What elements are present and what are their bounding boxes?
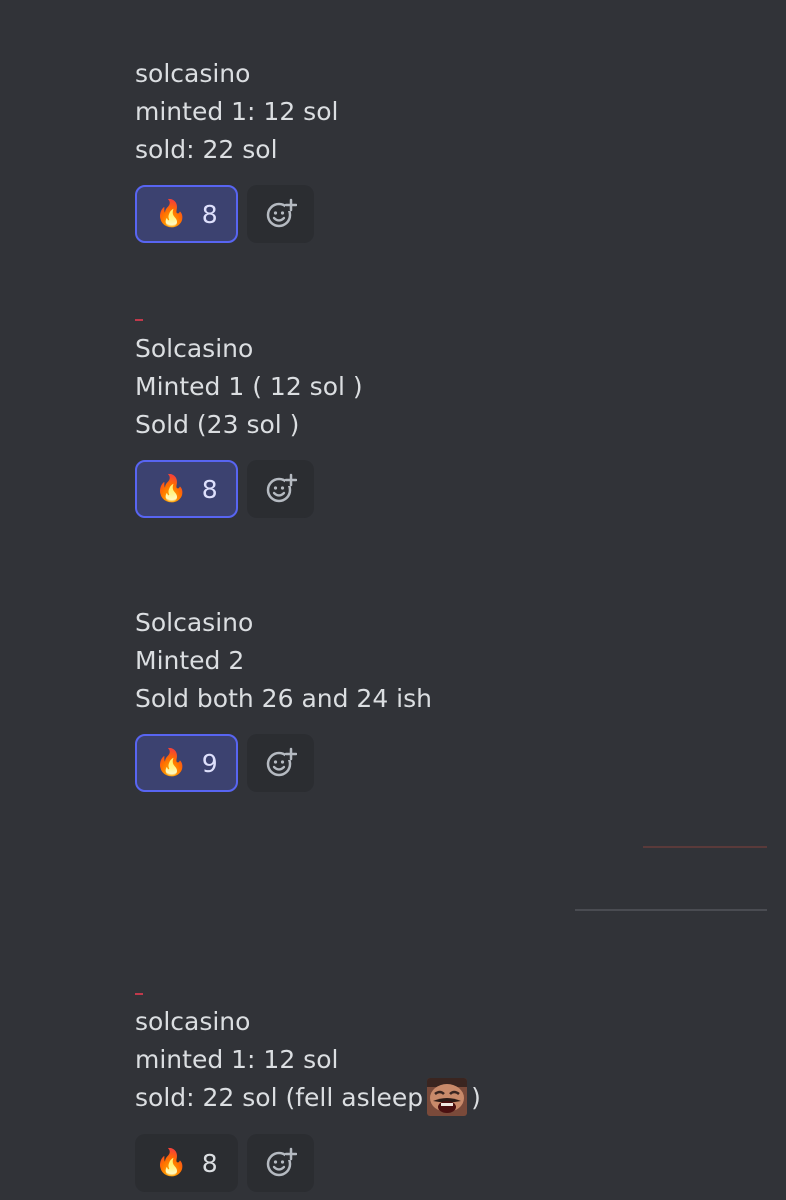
message-line: sold: 22 sol [135, 135, 278, 164]
divider-line [575, 909, 767, 911]
fire-icon: 🔥 [155, 199, 188, 229]
reaction-count: 9 [201, 748, 218, 778]
add-reaction-icon [266, 1147, 297, 1177]
message-line: Minted 2 [135, 646, 245, 675]
fire-reaction-button[interactable]: 🔥 8 [135, 185, 238, 243]
reactions-bar: 🔥 8 [135, 460, 363, 518]
reaction-count: 8 [201, 1148, 218, 1178]
message-line: Solcasino [135, 608, 254, 637]
reaction-count: 8 [201, 474, 218, 504]
fire-icon: 🔥 [155, 474, 188, 504]
message-line: Sold both 26 and 24 ish [135, 684, 432, 713]
red-marker [135, 993, 143, 995]
message-line: solcasino [135, 59, 251, 88]
fire-icon: 🔥 [155, 748, 188, 778]
message-line: solcasino [135, 1007, 251, 1036]
red-marker [135, 319, 143, 321]
fire-reaction-button[interactable]: 🔥 9 [135, 734, 238, 792]
fire-reaction-button[interactable]: 🔥 8 [135, 460, 238, 518]
message-line: sold: 22 sol (fell asleep ) [135, 1078, 481, 1118]
chat-message: solcasino minted 1: 12 sol sold: 22 sol … [135, 55, 338, 243]
message-line: Sold (23 sol ) [135, 410, 300, 439]
fire-reaction-button[interactable]: 🔥 8 [135, 1134, 238, 1192]
message-line: Minted 1 ( 12 sol ) [135, 372, 363, 401]
reactions-bar: 🔥 8 [135, 1134, 481, 1192]
message-line: Solcasino [135, 334, 254, 363]
chat-message: solcasino minted 1: 12 sol sold: 22 sol … [135, 1003, 481, 1192]
reaction-count: 8 [201, 199, 218, 229]
add-reaction-button[interactable] [247, 460, 314, 518]
laughing-face-emote [427, 1078, 468, 1116]
add-reaction-icon [266, 747, 297, 777]
reactions-bar: 🔥 8 [135, 185, 338, 243]
reactions-bar: 🔥 9 [135, 734, 432, 792]
chat-message: Solcasino Minted 1 ( 12 sol ) Sold (23 s… [135, 330, 363, 518]
add-reaction-icon [266, 198, 297, 228]
divider-line [643, 846, 767, 848]
fire-icon: 🔥 [155, 1148, 188, 1178]
add-reaction-icon [266, 473, 297, 503]
message-text: sold: 22 sol (fell asleep [135, 1083, 424, 1112]
add-reaction-button[interactable] [247, 734, 314, 792]
message-line: minted 1: 12 sol [135, 1045, 339, 1074]
add-reaction-button[interactable] [247, 185, 314, 243]
chat-message: Solcasino Minted 2 Sold both 26 and 24 i… [135, 604, 432, 792]
add-reaction-button[interactable] [247, 1134, 314, 1192]
message-text: ) [471, 1083, 481, 1112]
message-line: minted 1: 12 sol [135, 97, 339, 126]
